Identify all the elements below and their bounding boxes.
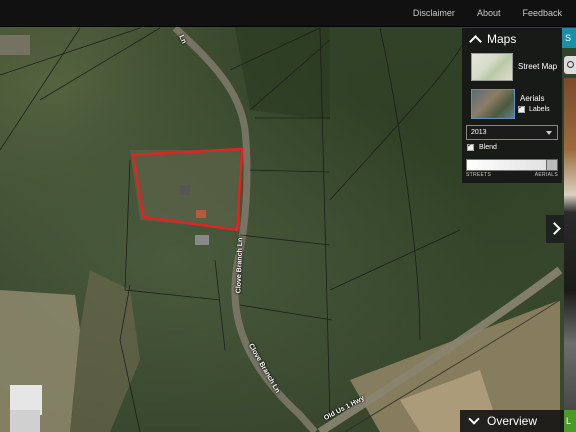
blend-checkbox[interactable]	[467, 141, 474, 151]
aerials-thumbnail[interactable]	[471, 89, 515, 119]
chevron-up-icon	[469, 34, 482, 48]
aerials-label: Aerials	[520, 94, 545, 103]
side-panel-tab[interactable]: S	[562, 28, 576, 48]
maps-panel-title: Maps	[487, 32, 517, 46]
photo-strip[interactable]	[564, 78, 576, 432]
blend-toggle[interactable]: Blend	[467, 141, 497, 151]
top-nav-bar: Disclaimer About Feedback	[0, 0, 576, 27]
about-link[interactable]: About	[477, 8, 501, 18]
aerials-option[interactable]: Aerials	[471, 89, 544, 119]
feedback-link[interactable]: Feedback	[522, 8, 562, 18]
blend-slider-labels: STREETS AERIALS	[466, 172, 558, 178]
side-green-label: L	[566, 416, 572, 426]
chevron-right-icon[interactable]	[546, 215, 564, 243]
labels-label: Labels	[529, 106, 550, 113]
side-green-button[interactable]: L	[564, 410, 576, 432]
labels-checkbox[interactable]	[518, 103, 525, 113]
maps-panel-header[interactable]: Maps	[462, 28, 562, 50]
year-select[interactable]: 2013	[466, 125, 558, 140]
blend-label: Blend	[479, 144, 497, 151]
blend-slider[interactable]	[466, 159, 558, 171]
street-map-thumbnail[interactable]	[471, 53, 513, 81]
chevron-down-icon	[468, 413, 480, 425]
disclaimer-link[interactable]: Disclaimer	[413, 8, 455, 18]
overview-label: Overview	[487, 414, 538, 428]
blend-slider-handle[interactable]	[546, 159, 558, 171]
search-icon[interactable]	[564, 56, 576, 74]
overview-toggle[interactable]: Overview	[460, 410, 564, 432]
street-map-option[interactable]: Street Map	[471, 53, 557, 81]
labels-toggle[interactable]: Labels	[518, 103, 550, 113]
slider-label-aerials: AERIALS	[534, 172, 558, 178]
slider-label-streets: STREETS	[466, 172, 492, 178]
street-map-label: Street Map	[518, 62, 558, 71]
